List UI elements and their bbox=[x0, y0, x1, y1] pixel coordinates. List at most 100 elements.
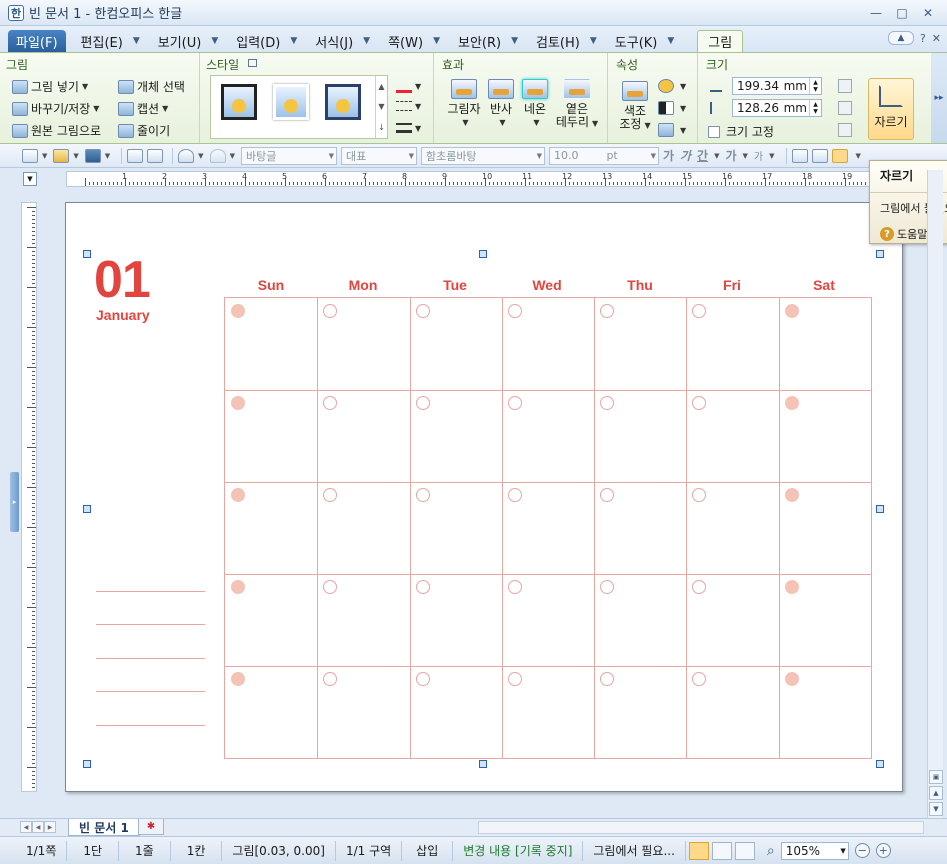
scroll-down-icon[interactable]: ▼ bbox=[929, 802, 943, 816]
resize-handle-bottom[interactable] bbox=[479, 760, 487, 768]
menu-tab-format[interactable]: 서식(J) ▼ bbox=[306, 30, 379, 52]
height-input[interactable]: 128.26 mm ▲ ▼ bbox=[732, 99, 822, 117]
print-icon[interactable] bbox=[127, 148, 144, 163]
style-thumb-navy-frame[interactable] bbox=[325, 84, 361, 120]
minimize-button[interactable]: — bbox=[865, 4, 887, 21]
document-tab-active[interactable]: 빈 문서 1 bbox=[68, 819, 140, 836]
resize-handle-top-right[interactable] bbox=[876, 250, 884, 258]
side-panel-toggle-icon[interactable]: ▸ bbox=[10, 472, 19, 532]
insert-picture-button[interactable]: 그림 넣기 ▼ bbox=[12, 78, 88, 95]
chevron-up-icon[interactable]: ▲ bbox=[378, 82, 384, 91]
width-spinner[interactable]: ▲ ▼ bbox=[809, 78, 821, 94]
line-style-button[interactable]: ▼ bbox=[396, 101, 421, 111]
resize-handle-bottom-right[interactable] bbox=[876, 760, 884, 768]
zoom-out-icon[interactable]: − bbox=[854, 843, 870, 858]
menu-tab-review[interactable]: 검토(H) ▼ bbox=[527, 30, 606, 52]
chevron-down-icon[interactable]: ▼ bbox=[105, 152, 110, 160]
new-tab-icon[interactable]: ✱ bbox=[138, 819, 164, 835]
line-color-button[interactable]: ▼ bbox=[396, 79, 421, 93]
bring-front-icon[interactable] bbox=[838, 79, 852, 93]
redo-icon[interactable] bbox=[209, 148, 226, 163]
status-track-changes[interactable]: 변경 내용 [기록 중지] bbox=[453, 840, 584, 861]
neon-button[interactable]: 네온 ▼ bbox=[518, 79, 552, 129]
menu-tab-file[interactable]: 파일(F) bbox=[8, 30, 66, 52]
zoom-in-icon[interactable]: + bbox=[875, 843, 891, 858]
style-select[interactable]: 바탕글 ▼ bbox=[240, 146, 337, 165]
menu-tab-view[interactable]: 보기(U) ▼ bbox=[149, 30, 228, 52]
web-view-button[interactable] bbox=[734, 841, 755, 860]
gallery-more-icon[interactable]: ↓ bbox=[378, 123, 385, 132]
status-page[interactable]: 1/1쪽 bbox=[0, 840, 68, 861]
reflect-button[interactable]: 반사 ▼ bbox=[484, 79, 518, 129]
status-insert-mode[interactable]: 삽입 bbox=[402, 840, 454, 861]
tab-next-icon[interactable]: ▶ bbox=[44, 821, 56, 833]
font-select[interactable]: 함초롬바탕 ▼ bbox=[420, 146, 545, 165]
resize-handle-right[interactable] bbox=[876, 505, 884, 513]
brightness-button[interactable]: ▼ bbox=[658, 79, 686, 93]
soft-edges-button[interactable]: 옅은 테두리 ▼ bbox=[552, 79, 602, 130]
draft-view-button[interactable] bbox=[711, 841, 732, 860]
new-document-icon[interactable] bbox=[22, 148, 38, 163]
menu-tab-input[interactable]: 입력(D) ▼ bbox=[227, 30, 306, 52]
menu-tab-tools[interactable]: 도구(K) ▼ bbox=[606, 30, 684, 52]
resize-handle-top[interactable] bbox=[479, 250, 487, 258]
gallery-scroll[interactable]: ▲ ▼ ↓ bbox=[375, 76, 387, 138]
chevron-down-icon[interactable]: ▼ bbox=[230, 152, 235, 160]
vertical-scrollbar[interactable]: ▣ ▲ ▼ bbox=[927, 170, 943, 818]
save-icon[interactable] bbox=[84, 148, 101, 163]
dialog-launcher-icon[interactable] bbox=[248, 59, 257, 67]
select-object-button[interactable]: 개체 선택 bbox=[118, 78, 185, 95]
caption-button[interactable]: 캡션 ▼ bbox=[118, 100, 168, 117]
ruler-toggle-icon[interactable]: ▼ bbox=[23, 172, 37, 186]
fix-size-checkbox[interactable]: 크기 고정 bbox=[708, 123, 774, 140]
height-spinner[interactable]: ▲ ▼ bbox=[809, 100, 821, 116]
menu-tab-page[interactable]: 쪽(W) ▼ bbox=[379, 30, 449, 52]
resize-handle-top-left[interactable] bbox=[83, 250, 91, 258]
ribbon-expand-icon[interactable]: ▸▸ bbox=[931, 53, 947, 143]
picture-effect-button[interactable]: ▼ bbox=[658, 123, 686, 137]
toolbar-more-icon[interactable]: ▼ bbox=[856, 152, 861, 160]
contrast-button[interactable]: ▼ bbox=[658, 101, 686, 115]
chevron-down-icon[interactable]: ▼ bbox=[198, 152, 203, 160]
font-size-input[interactable]: 10.0 pt ▼ bbox=[548, 146, 659, 165]
shadow-button[interactable]: 그림자 ▼ bbox=[444, 79, 484, 129]
scroll-up-icon[interactable]: ▲ bbox=[929, 786, 943, 800]
horizontal-scrollbar[interactable] bbox=[478, 821, 924, 834]
underline-button[interactable]: 간 bbox=[697, 147, 708, 164]
resize-handle-left[interactable] bbox=[83, 505, 91, 513]
tab-prev-icon[interactable]: ◀ bbox=[32, 821, 44, 833]
width-input[interactable]: 199.34 mm ▲ ▼ bbox=[732, 77, 822, 95]
original-picture-button[interactable]: 원본 그림으로 bbox=[12, 122, 101, 139]
align-center-icon[interactable] bbox=[831, 148, 848, 163]
send-back-icon[interactable] bbox=[838, 101, 852, 115]
color-adjust-button[interactable]: 색조 조정 ▼ bbox=[616, 81, 654, 132]
chevron-down-icon[interactable]: ▼ bbox=[378, 102, 384, 111]
align-icon[interactable] bbox=[838, 123, 852, 137]
chevron-down-icon[interactable]: ▼ bbox=[714, 152, 719, 160]
zoom-icon[interactable]: ⌕ bbox=[767, 843, 775, 859]
shrink-button[interactable]: 줄이기 bbox=[118, 122, 170, 139]
vertical-ruler[interactable] bbox=[21, 202, 37, 792]
language-select[interactable]: 대표 ▼ bbox=[340, 146, 417, 165]
page-view-button[interactable] bbox=[688, 841, 709, 860]
style-thumb-black-frame[interactable] bbox=[221, 84, 257, 120]
menu-tab-security[interactable]: 보안(R) ▼ bbox=[449, 30, 527, 52]
hwp-app-icon[interactable]: 한 bbox=[8, 4, 24, 21]
chevron-down-icon[interactable]: ▼ bbox=[73, 152, 78, 160]
print-preview-icon[interactable] bbox=[147, 148, 164, 163]
zoom-select[interactable]: 105% ▼ bbox=[780, 841, 849, 860]
close-doc-icon[interactable]: ✕ bbox=[932, 32, 941, 45]
align-left-icon[interactable] bbox=[811, 148, 828, 163]
menu-tab-picture[interactable]: 그림 bbox=[697, 30, 744, 52]
tab-first-icon[interactable]: ◀ bbox=[20, 821, 32, 833]
line-width-button[interactable]: ▼ bbox=[396, 123, 421, 133]
menu-tab-edit[interactable]: 편집(E) ▼ bbox=[72, 30, 149, 52]
close-button[interactable]: ✕ bbox=[917, 4, 939, 21]
chevron-down-icon[interactable]: ▼ bbox=[743, 152, 748, 160]
align-justify-icon[interactable] bbox=[791, 148, 808, 163]
chevron-down-icon[interactable]: ▼ bbox=[42, 152, 47, 160]
resize-handle-bottom-left[interactable] bbox=[83, 760, 91, 768]
crop-button[interactable]: 자르기 bbox=[868, 78, 914, 140]
page-view-icon[interactable]: ▣ bbox=[929, 770, 943, 784]
change-save-button[interactable]: 바꾸기/저장 ▼ bbox=[12, 100, 99, 117]
